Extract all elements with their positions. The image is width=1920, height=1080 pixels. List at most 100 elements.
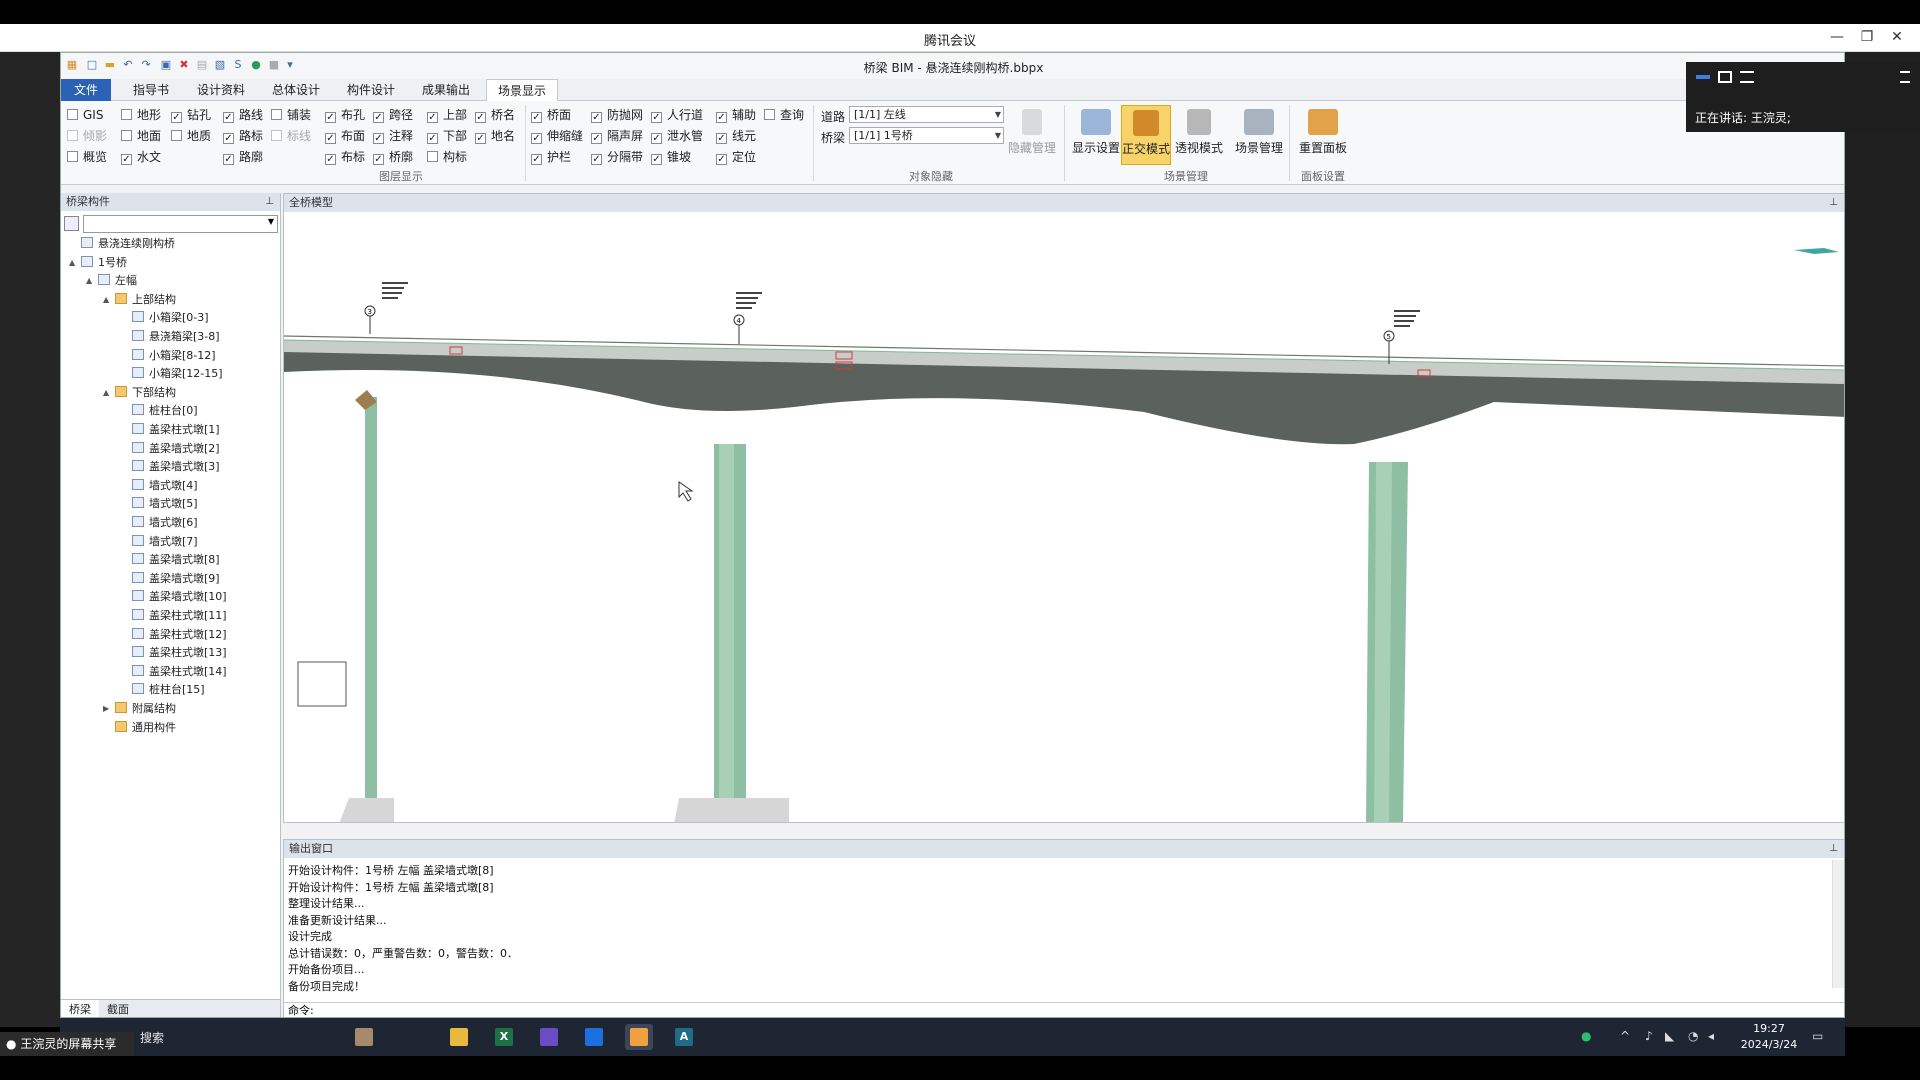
tab-guide[interactable]: 指导书 — [121, 79, 181, 101]
pier-column[interactable] — [1374, 462, 1392, 823]
layout-hole-checkbox[interactable]: ✓ 布孔 — [325, 107, 365, 123]
tree-node[interactable]: 盖梁柱式墩[13] — [132, 644, 227, 662]
annotation-checkbox[interactable]: ✓ 注释 — [373, 128, 413, 144]
tree-node[interactable]: ▲ 下部结构 — [103, 384, 176, 402]
tab-section[interactable]: 截面 — [99, 1000, 137, 1017]
tree-node[interactable]: 盖梁柱式墩[11] — [132, 607, 227, 625]
minimize-panel-icon[interactable] — [1696, 75, 1710, 79]
tree-node[interactable]: ▲ 1号桥 — [69, 254, 127, 272]
query-checkbox[interactable]: 查询 — [764, 107, 804, 123]
tree-filter-combo[interactable]: ▼ — [83, 215, 278, 233]
layout-face-checkbox[interactable]: ✓ 布面 — [325, 128, 365, 144]
tree-node[interactable]: 墙式墩[5] — [132, 495, 198, 513]
tree-node[interactable]: 盖梁柱式墩[1] — [132, 421, 220, 439]
tree-node[interactable]: 小箱梁[8-12] — [132, 347, 216, 365]
chevron-up-icon[interactable]: ^ — [1620, 1029, 1630, 1043]
excel-icon[interactable]: X — [490, 1024, 518, 1050]
road-select[interactable]: [1/1] 左线 ▼ — [849, 106, 1004, 123]
tab-scene-display[interactable]: 场景显示 — [486, 79, 558, 101]
tree-node[interactable]: 桩柱台[0] — [132, 402, 198, 420]
tab-file[interactable]: 文件 — [61, 79, 111, 101]
tree-node[interactable]: ▶ 附属结构 — [103, 700, 176, 718]
sidewalk-checkbox[interactable]: ✓ 人行道 — [651, 107, 703, 123]
slope-checkbox[interactable]: ✓ 锥坡 — [651, 149, 691, 165]
tree-node[interactable]: 墙式墩[4] — [132, 477, 198, 495]
component-mark-checkbox[interactable]: 构标 — [427, 149, 467, 165]
line-elem-checkbox[interactable]: ✓ 线元 — [716, 128, 756, 144]
bridge-name-checkbox[interactable]: ✓ 桥名 — [475, 107, 515, 123]
tree-node[interactable]: ▲ 左幅 — [86, 272, 137, 290]
gis-checkbox[interactable]: GIS — [67, 107, 103, 123]
anti-throw-checkbox[interactable]: ✓ 防抛网 — [591, 107, 643, 123]
hydro-checkbox[interactable]: ✓ 水文 — [121, 149, 161, 165]
menu-icon[interactable] — [1900, 71, 1910, 83]
collapse-icon[interactable]: ▲ — [103, 384, 109, 402]
model-viewport[interactable]: 全桥模型 ⊥ 3 4 5 — [283, 193, 1845, 823]
layout-mark-checkbox[interactable]: ✓ 布标 — [325, 149, 365, 165]
volume-icon[interactable]: ◂ — [1708, 1029, 1714, 1043]
notification-icon[interactable]: ▭ — [1812, 1029, 1823, 1043]
tree-node[interactable]: 盖梁墙式墩[8] — [132, 551, 220, 569]
expand-icon[interactable]: ▶ — [103, 700, 109, 718]
network-icon[interactable]: ◣ — [1665, 1029, 1674, 1043]
bridge-bim-taskbar-icon[interactable] — [625, 1024, 653, 1050]
tree-node[interactable]: 盖梁墙式墩[3] — [132, 458, 220, 476]
aux-checkbox[interactable]: ✓ 辅助 — [716, 107, 756, 123]
tree-node[interactable]: 墙式墩[6] — [132, 514, 198, 532]
scene-manage-button[interactable]: 场景管理 — [1231, 105, 1287, 165]
deck-checkbox[interactable]: ✓ 桥面 — [531, 107, 571, 123]
wifi-icon[interactable]: ◔ — [1688, 1029, 1698, 1043]
bridge-outline-checkbox[interactable]: ✓ 桥廓 — [373, 149, 413, 165]
lower-checkbox[interactable]: ✓ 下部 — [427, 128, 467, 144]
pin-icon[interactable]: ⊥ — [1829, 194, 1838, 212]
tab-bridge[interactable]: 桥梁 — [61, 1000, 99, 1017]
geology-checkbox[interactable]: 地质 — [171, 128, 211, 144]
tree-node[interactable]: 小箱梁[0-3] — [132, 309, 209, 327]
photos-icon[interactable] — [535, 1024, 563, 1050]
sound-barrier-checkbox[interactable]: ✓ 隔声屏 — [591, 128, 643, 144]
route-checkbox[interactable]: ✓ 路线 — [223, 107, 263, 123]
tab-overall-design[interactable]: 总体设计 — [261, 79, 331, 101]
span-checkbox[interactable]: ✓ 跨径 — [373, 107, 413, 123]
road-outline-checkbox[interactable]: ✓ 路廓 — [223, 149, 263, 165]
tree-node[interactable]: 盖梁墙式墩[2] — [132, 440, 220, 458]
wechat-tray-icon[interactable]: ● — [1581, 1029, 1591, 1043]
tree-node[interactable]: 盖梁墙式墩[10] — [132, 588, 227, 606]
pier-column[interactable] — [365, 397, 377, 823]
tree-node[interactable]: 墙式墩[7] — [132, 533, 198, 551]
output-scrollbar[interactable] — [1832, 860, 1844, 988]
overview-checkbox[interactable]: 概览 — [67, 149, 107, 165]
position-checkbox[interactable]: ✓ 定位 — [716, 149, 756, 165]
taskbar-app-avatar[interactable] — [350, 1024, 378, 1050]
ortho-mode-button[interactable]: 正交模式 — [1121, 105, 1171, 165]
place-name-checkbox[interactable]: ✓ 地名 — [475, 128, 515, 144]
chart-app-icon[interactable]: A — [670, 1024, 698, 1050]
tab-output[interactable]: 成果输出 — [411, 79, 481, 101]
tencent-meeting-icon[interactable] — [580, 1024, 608, 1050]
display-settings-button[interactable]: 显示设置 — [1068, 105, 1124, 165]
pier-column[interactable] — [719, 444, 734, 823]
restore-icon[interactable]: ❐ — [1856, 27, 1878, 47]
terrain-checkbox[interactable]: 地形 — [121, 107, 161, 123]
bridge-3d-scene[interactable]: 3 4 5 — [284, 212, 1845, 823]
collapse-icon[interactable]: ▲ — [103, 291, 109, 309]
paving-checkbox[interactable]: 铺装 — [271, 107, 311, 123]
guardrail-checkbox[interactable]: ✓ 护栏 — [531, 149, 571, 165]
bridge-select[interactable]: [1/1] 1号桥 ▼ — [849, 127, 1004, 144]
collapse-icon[interactable]: ▲ — [69, 254, 75, 272]
taskbar-search[interactable]: 搜索 — [140, 1029, 164, 1046]
hide-manage-button[interactable]: 隐藏管理 — [1004, 105, 1060, 165]
list-icon[interactable] — [1740, 71, 1754, 83]
tree-node[interactable]: 通用构件 — [115, 719, 176, 737]
filter-icon[interactable] — [64, 216, 79, 231]
separator-checkbox[interactable]: ✓ 分隔带 — [591, 149, 643, 165]
road-mark-checkbox[interactable]: ✓ 路标 — [223, 128, 263, 144]
tree-node[interactable]: 桩柱台[15] — [132, 681, 205, 699]
minimize-icon[interactable]: — — [1826, 27, 1848, 47]
pin-icon[interactable]: ⊥ — [1829, 840, 1838, 858]
pin-icon[interactable]: ⊥ — [265, 193, 274, 211]
tree-node[interactable]: 悬浇连续刚构桥 — [81, 235, 175, 253]
tree-node[interactable]: 悬浇箱梁[3-8] — [132, 328, 220, 346]
collapse-icon[interactable]: ▲ — [86, 272, 92, 290]
drain-checkbox[interactable]: ✓ 泄水管 — [651, 128, 703, 144]
